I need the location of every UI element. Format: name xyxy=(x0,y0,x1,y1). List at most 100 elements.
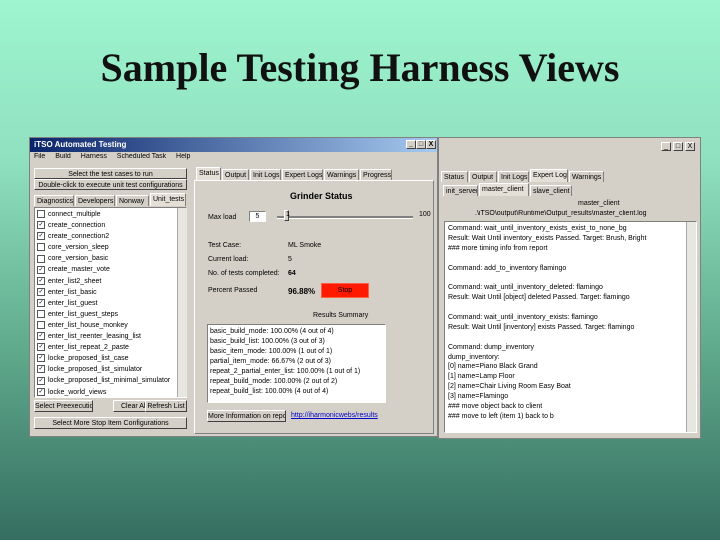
more-information-button[interactable]: More Information on report xyxy=(207,410,286,422)
menu-harness[interactable]: Harness xyxy=(81,153,107,160)
unchecked-checkbox[interactable] xyxy=(37,243,45,252)
subtab-master-client[interactable]: master_client xyxy=(479,183,529,196)
results-line: basic_item_mode: 100.00% (1 out of 1) xyxy=(210,348,333,355)
test-item[interactable]: ✓ enter_list_reenter_leasing_list xyxy=(35,331,177,342)
checked-checkbox[interactable]: ✓ xyxy=(37,365,45,374)
tab-status[interactable]: Status xyxy=(196,167,221,180)
unchecked-checkbox[interactable] xyxy=(37,321,45,330)
test-item-label: enter_list_basic xyxy=(48,288,97,296)
select-preexecution-button[interactable]: Select Preexecution xyxy=(34,400,93,412)
results-line: basic_build_mode: 100.00% (4 out of 4) xyxy=(210,328,334,335)
tab-init-logs[interactable]: Init Logs xyxy=(250,169,281,180)
test-item[interactable]: enter_list_guest_steps xyxy=(35,309,177,320)
test-item-label: enter_list_guest_steps xyxy=(48,310,119,318)
minimize-button[interactable]: _ xyxy=(406,140,416,149)
test-item[interactable]: ✓ locke_proposed_list_simulator xyxy=(35,364,177,375)
test-item[interactable]: ✓ enter_list_repeat_2_paste xyxy=(35,342,177,353)
log-line: Command: dump_inventory xyxy=(448,343,534,351)
refresh-list-button[interactable]: Refresh List xyxy=(145,400,187,412)
test-item[interactable]: ✓ locke_proposed_list_minimal_simulator xyxy=(35,375,177,386)
log-line: ### more timing info from report xyxy=(448,244,548,252)
test-item[interactable]: ✓ create_connection xyxy=(35,220,177,231)
checked-checkbox[interactable]: ✓ xyxy=(37,343,45,352)
current-load-label: Current load: xyxy=(208,256,249,263)
tab-output[interactable]: Output xyxy=(222,169,249,180)
tab-warnings[interactable]: Warnings xyxy=(569,171,604,182)
max-load-label: Max load xyxy=(208,214,237,221)
log-line: [3] name=Flamingo xyxy=(448,393,509,401)
checked-checkbox[interactable]: ✓ xyxy=(37,354,45,363)
tab-progress[interactable]: Progress xyxy=(360,169,392,180)
maximize-button[interactable]: □ xyxy=(673,142,683,151)
test-item-label: locke_proposed_list_minimal_simulator xyxy=(48,377,171,385)
checked-checkbox[interactable]: ✓ xyxy=(37,287,45,296)
test-item-label: locke_world_views xyxy=(48,388,107,396)
tab-expert-logs[interactable]: Expert Logs xyxy=(282,169,323,180)
log-scrollbar[interactable] xyxy=(686,222,696,432)
test-item[interactable]: ✓ create_master_vote xyxy=(35,264,177,275)
tab-unit-tests[interactable]: Unit_tests xyxy=(150,193,186,206)
maximize-button[interactable]: □ xyxy=(416,140,426,149)
subtab-slave-client[interactable]: slave_client xyxy=(530,185,572,196)
checked-checkbox[interactable]: ✓ xyxy=(37,387,45,396)
tab-output[interactable]: Output xyxy=(469,171,497,182)
log-line: Result: Wait Until inventory_exists Pass… xyxy=(448,234,647,242)
tab-developers[interactable]: Developers xyxy=(75,195,115,206)
test-list-scrollbar[interactable] xyxy=(177,208,187,397)
tab-warnings[interactable]: Warnings xyxy=(324,169,359,180)
unchecked-checkbox[interactable] xyxy=(37,210,45,219)
test-item[interactable]: ✓ enter_list2_sheet xyxy=(35,276,177,287)
checked-checkbox[interactable]: ✓ xyxy=(37,221,45,230)
checked-checkbox[interactable]: ✓ xyxy=(37,376,45,385)
test-item[interactable]: connect_multiple xyxy=(35,209,177,220)
select-tests-button[interactable]: Select the test cases to run xyxy=(34,168,187,179)
execute-configurations-button[interactable]: Double-click to execute unit test config… xyxy=(34,179,187,190)
subtab-init-server[interactable]: init_server xyxy=(443,185,478,196)
close-button[interactable]: X xyxy=(685,142,695,151)
test-item[interactable]: ✓ enter_list_guest xyxy=(35,298,177,309)
menu-help[interactable]: Help xyxy=(176,153,190,160)
test-item[interactable]: ✓ create_connection2 xyxy=(35,231,177,242)
unchecked-checkbox[interactable] xyxy=(37,254,45,263)
max-load-field[interactable]: 5 xyxy=(249,211,266,222)
log-line: Result: Wait Until [object] deleted Pass… xyxy=(448,294,630,302)
stop-button[interactable]: Stop xyxy=(321,283,369,298)
checked-checkbox[interactable]: ✓ xyxy=(37,298,45,307)
menu-file[interactable]: File xyxy=(34,153,45,160)
tab-init-logs[interactable]: Init Logs xyxy=(498,171,529,182)
tab-status[interactable]: Status xyxy=(441,171,468,182)
test-list[interactable]: connect_multiple ✓ create_connection ✓ creat… xyxy=(34,207,187,398)
results-line: partial_item_mode: 66.67% (2 out of 3) xyxy=(210,358,332,365)
log-text-area[interactable]: Command: wait_until_inventory_exists_exi… xyxy=(444,221,697,433)
select-more-configurations-button[interactable]: Select More Stop Item Configurations xyxy=(34,417,187,429)
log-line: Result: Wait Until [inventory] exists Pa… xyxy=(448,323,635,331)
tab-nonway[interactable]: Nonway xyxy=(116,195,149,206)
test-item-label: core_version_sleep xyxy=(48,244,109,252)
log-line: [0] name=Piano Black Grand xyxy=(448,363,538,371)
menu-scheduled-task[interactable]: Scheduled Task xyxy=(117,153,166,160)
checked-checkbox[interactable]: ✓ xyxy=(37,265,45,274)
title-bar[interactable]: iTSO Automated Testing _ □ X xyxy=(30,138,437,152)
log-line: Command: wait_until_inventory_exists: fl… xyxy=(448,314,598,322)
unchecked-checkbox[interactable] xyxy=(37,310,45,318)
minimize-button[interactable]: _ xyxy=(661,142,671,151)
test-item-label: create_connection xyxy=(48,222,106,230)
close-button[interactable]: X xyxy=(426,140,436,149)
results-summary-list[interactable]: basic_build_mode: 100.00% (4 out of 4) ba… xyxy=(207,324,386,403)
log-line: [2] name=Chair Living Room Easy Boat xyxy=(448,383,571,391)
test-item[interactable]: enter_list_house_monkey xyxy=(35,320,177,331)
checked-checkbox[interactable]: ✓ xyxy=(37,276,45,285)
test-item[interactable]: ✓ enter_list_basic xyxy=(35,287,177,298)
results-link[interactable]: http://iharmonicwebs/results xyxy=(291,412,378,419)
test-item[interactable]: ✓ locke_proposed_list_case xyxy=(35,353,177,364)
checked-checkbox[interactable]: ✓ xyxy=(37,232,45,241)
menu-build[interactable]: Build xyxy=(55,153,71,160)
test-item[interactable]: core_version_sleep xyxy=(35,242,177,253)
test-item[interactable]: core_version_basic xyxy=(35,253,177,264)
log-viewer-window: _ □ X Status Output Init Logs Expert Log… xyxy=(438,137,701,439)
tab-expert-logs[interactable]: Expert Logs xyxy=(530,169,568,182)
test-item[interactable]: ✓ locke_world_views xyxy=(35,387,177,398)
tab-diagnostics[interactable]: Diagnostics xyxy=(34,195,74,206)
checked-checkbox[interactable]: ✓ xyxy=(37,332,45,341)
current-load-value: 5 xyxy=(288,256,292,263)
